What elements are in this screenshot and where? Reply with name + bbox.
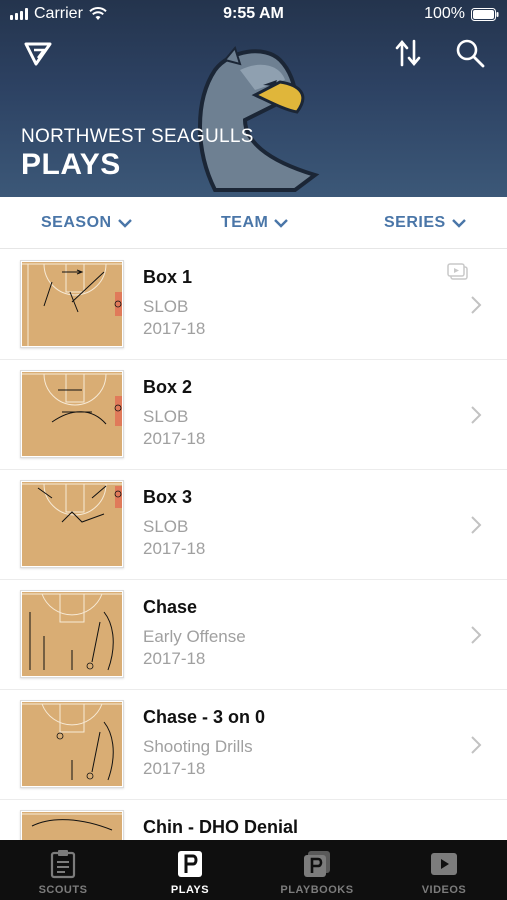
- play-category: SLOB: [143, 297, 189, 316]
- chevron-down-icon: [117, 218, 132, 228]
- play-diagram-thumbnail: [20, 810, 124, 840]
- series-filter-label: SERIES: [384, 214, 446, 231]
- app-logo-icon[interactable]: [22, 38, 54, 68]
- tab-plays[interactable]: PLAYS: [127, 840, 253, 900]
- play-title: Box 3: [143, 487, 193, 507]
- play-season: 2017-18: [143, 539, 206, 558]
- chevron-down-icon: [274, 218, 289, 228]
- tab-playbooks[interactable]: PLAYBOOKS: [254, 840, 380, 900]
- plays-list: Box 1 SLOB 2017-18 Box 2 SLOB 2017-18 Bo…: [0, 250, 507, 840]
- play-category: SLOB: [143, 407, 189, 426]
- play-diagram-thumbnail: [20, 700, 124, 788]
- tab-label: SCOUTS: [38, 884, 88, 896]
- battery-icon: [471, 7, 499, 21]
- play-row[interactable]: Chase Early Offense 2017-18: [0, 580, 507, 690]
- header: Carrier 9:55 AM 100% NORTHWEST SEAGULLS …: [0, 0, 507, 197]
- play-row[interactable]: Chin - DHO Denial: [0, 800, 507, 840]
- chevron-right-icon: [471, 406, 482, 424]
- status-bar: Carrier 9:55 AM 100%: [0, 0, 507, 28]
- chevron-right-icon: [471, 626, 482, 644]
- season-filter-label: SEASON: [41, 214, 112, 231]
- team-filter-label: TEAM: [221, 214, 269, 231]
- play-category: SLOB: [143, 517, 189, 536]
- sort-icon[interactable]: [394, 37, 422, 69]
- video-available-icon: [447, 263, 468, 280]
- search-icon[interactable]: [454, 37, 486, 69]
- videos-icon: [431, 853, 457, 875]
- season-filter[interactable]: SEASON: [41, 214, 132, 232]
- chevron-down-icon: [451, 218, 466, 228]
- play-season: 2017-18: [143, 759, 206, 778]
- tab-label: PLAYBOOKS: [280, 884, 354, 896]
- play-row[interactable]: Box 2 SLOB 2017-18: [0, 360, 507, 470]
- tab-bar: SCOUTS PLAYS PLAYBOOKS VIDEOS: [0, 840, 507, 900]
- chevron-right-icon: [471, 736, 482, 754]
- play-title: Chase: [143, 597, 198, 617]
- play-season: 2017-18: [143, 649, 206, 668]
- playbooks-icon: [304, 851, 330, 877]
- play-category: Early Offense: [143, 627, 246, 646]
- seagull-mascot-logo: [198, 45, 320, 192]
- play-title: Box 2: [143, 377, 193, 397]
- play-row[interactable]: Box 3 SLOB 2017-18: [0, 470, 507, 580]
- play-title: Chase - 3 on 0: [143, 707, 266, 727]
- play-category: Shooting Drills: [143, 737, 253, 756]
- scouts-icon: [50, 850, 76, 879]
- play-diagram-thumbnail: [20, 480, 124, 568]
- play-row[interactable]: Chase - 3 on 0 Shooting Drills 2017-18: [0, 690, 507, 800]
- battery-percent: 100%: [424, 5, 465, 22]
- play-title: Chin - DHO Denial: [143, 817, 299, 837]
- team-filter[interactable]: TEAM: [221, 214, 289, 232]
- play-season: 2017-18: [143, 319, 206, 338]
- series-filter[interactable]: SERIES: [384, 214, 466, 232]
- play-diagram-thumbnail: [20, 260, 124, 348]
- plays-icon: [178, 851, 202, 877]
- play-title: Box 1: [143, 267, 193, 287]
- chevron-right-icon: [471, 296, 482, 314]
- filter-bar: SEASON TEAM SERIES: [0, 197, 507, 249]
- play-season: 2017-18: [143, 429, 206, 448]
- play-diagram-thumbnail: [20, 590, 124, 678]
- tab-label: VIDEOS: [421, 884, 467, 896]
- tab-scouts[interactable]: SCOUTS: [0, 840, 126, 900]
- play-diagram-thumbnail: [20, 370, 124, 458]
- chevron-right-icon: [471, 516, 482, 534]
- team-name: NORTHWEST SEAGULLS: [21, 126, 254, 147]
- tab-label: PLAYS: [170, 884, 210, 896]
- play-row[interactable]: Box 1 SLOB 2017-18: [0, 250, 507, 360]
- tab-videos[interactable]: VIDEOS: [381, 840, 507, 900]
- page-title: PLAYS: [21, 148, 121, 181]
